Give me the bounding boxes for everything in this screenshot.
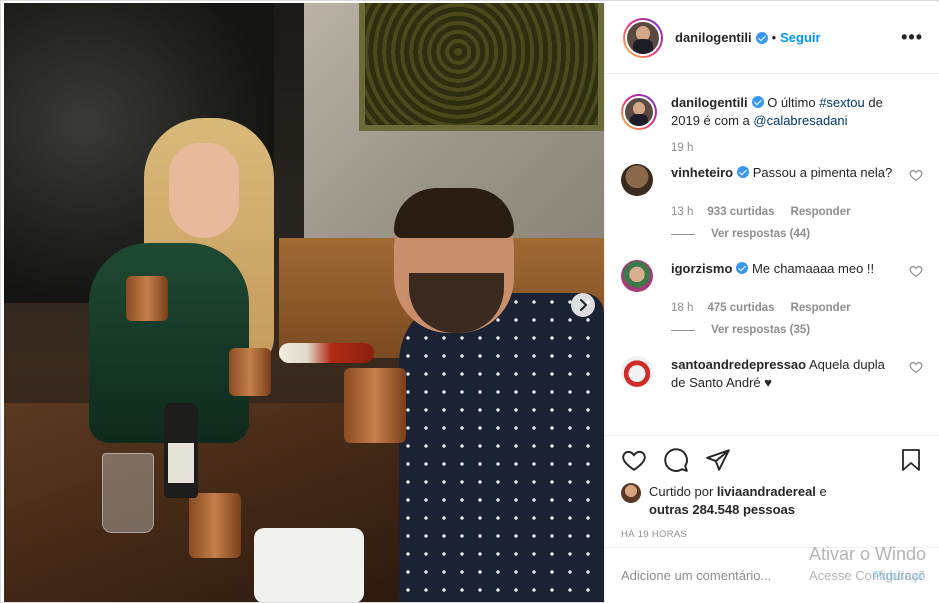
photo-hot-sauce-bottle [279, 343, 374, 363]
comment-username[interactable]: vinheteiro [671, 165, 733, 180]
caption-text-start: O último [767, 95, 820, 110]
comment-time[interactable]: 18 h [671, 302, 693, 314]
view-replies-button[interactable]: Ver respostas (44) [671, 228, 923, 240]
post-actions-bar [605, 435, 939, 483]
caption-avatar[interactable] [621, 94, 657, 130]
verified-badge-icon [737, 166, 750, 178]
comment-time[interactable]: 13 h [671, 206, 693, 218]
next-photo-button[interactable] [571, 293, 595, 317]
comment-input[interactable] [621, 568, 873, 583]
hashtag-link[interactable]: #sextou [819, 95, 865, 110]
follow-button[interactable]: Seguir [780, 30, 820, 45]
post-timestamp[interactable]: HÁ 19 HORAS [605, 529, 939, 540]
likes-prefix: Curtido por [649, 484, 717, 499]
view-replies-label: Ver respostas (35) [711, 324, 811, 336]
header-separator: • [771, 30, 777, 45]
likes-text: Curtido por liviaandradereal e outras 28… [649, 483, 827, 519]
post-photo[interactable] [4, 3, 604, 602]
author-username[interactable]: danilogentili [675, 30, 752, 45]
chevron-right-icon [580, 299, 587, 311]
comments-list[interactable]: danilogentili O último #sextou de 2019 é… [605, 74, 939, 435]
comment-meta: 18 h 475 curtidas Responder [671, 302, 923, 314]
commenter-avatar[interactable] [621, 164, 653, 196]
comment-icon[interactable] [663, 447, 689, 473]
likes-mid: e [815, 484, 827, 499]
verified-badge-icon [751, 96, 764, 108]
photo-glass [102, 453, 154, 533]
view-replies-label: Ver respostas (44) [711, 228, 811, 240]
photo-copper-mug [229, 348, 271, 396]
comment-text: vinheteiro Passou a pimenta nela? [671, 164, 923, 182]
photo-painting [359, 3, 604, 131]
photo-man-shirt [399, 293, 604, 602]
bookmark-icon[interactable] [899, 447, 923, 473]
photo-copper-mug [126, 276, 168, 321]
comment-username[interactable]: igorzismo [671, 261, 732, 276]
comment-body: Me chamaaaa meo !! [752, 261, 875, 276]
liker-avatar[interactable] [621, 483, 641, 503]
post-modal: danilogentili • Seguir ••• danilogentili… [0, 0, 939, 603]
likes-summary: Curtido por liviaandradereal e outras 28… [605, 483, 939, 519]
comment-item: vinheteiro Passou a pimenta nela? 13 h 9… [621, 164, 923, 240]
photo-bottle-label [168, 443, 194, 483]
publish-button[interactable]: Publicar [873, 568, 924, 583]
caption-time[interactable]: 19 h [671, 142, 693, 154]
replies-divider [671, 329, 695, 331]
comment-body: Passou a pimenta nela? [752, 165, 893, 180]
share-icon[interactable] [705, 447, 731, 473]
like-comment-heart-icon[interactable] [909, 264, 923, 278]
verified-badge-icon [736, 262, 749, 274]
comment-likes-count[interactable]: 933 curtidas [707, 206, 774, 218]
view-replies-button[interactable]: Ver respostas (35) [671, 324, 923, 336]
liker-username[interactable]: liviaandradereal [717, 484, 816, 499]
post-header: danilogentili • Seguir ••• [605, 2, 939, 74]
commenter-avatar[interactable] [621, 356, 653, 388]
post-caption: danilogentili O último #sextou de 2019 é… [621, 94, 923, 154]
comment-meta: 13 h 933 curtidas Responder [671, 206, 923, 218]
likes-others-link[interactable]: outras 284.548 pessoas [649, 502, 795, 517]
verified-badge-icon [755, 31, 768, 44]
mention-link[interactable]: @calabresadani [753, 113, 847, 128]
commenter-avatar[interactable] [621, 260, 653, 292]
caption-username[interactable]: danilogentili [671, 95, 748, 110]
comment-item: santoandredepressao Aquela dupla de Sant… [621, 356, 923, 392]
photo-napkin [254, 528, 364, 602]
like-comment-heart-icon[interactable] [909, 168, 923, 182]
add-comment-form: Publicar [605, 547, 939, 603]
reply-button[interactable]: Responder [791, 302, 851, 314]
author-avatar[interactable] [623, 17, 663, 58]
comment-item: igorzismo Me chamaaaa meo !! 18 h 475 cu… [621, 260, 923, 336]
like-comment-heart-icon[interactable] [909, 360, 923, 374]
caption-text: danilogentili O último #sextou de 2019 é… [671, 94, 923, 130]
reply-button[interactable]: Responder [791, 206, 851, 218]
comment-text: santoandredepressao Aquela dupla de Sant… [671, 356, 923, 392]
comment-likes-count[interactable]: 475 curtidas [707, 302, 774, 314]
comment-text: igorzismo Me chamaaaa meo !! [671, 260, 923, 278]
photo-woman-face [169, 143, 239, 238]
more-options-icon[interactable]: ••• [901, 27, 923, 48]
replies-divider [671, 233, 695, 235]
caption-meta: 19 h [671, 142, 923, 154]
photo-copper-mug [189, 493, 241, 558]
heart-icon[interactable] [621, 447, 647, 473]
post-side-panel: danilogentili • Seguir ••• danilogentili… [604, 2, 939, 603]
photo-copper-mug [344, 368, 406, 443]
comment-username[interactable]: santoandredepressao [671, 357, 806, 372]
photo-man-hair [394, 188, 514, 238]
